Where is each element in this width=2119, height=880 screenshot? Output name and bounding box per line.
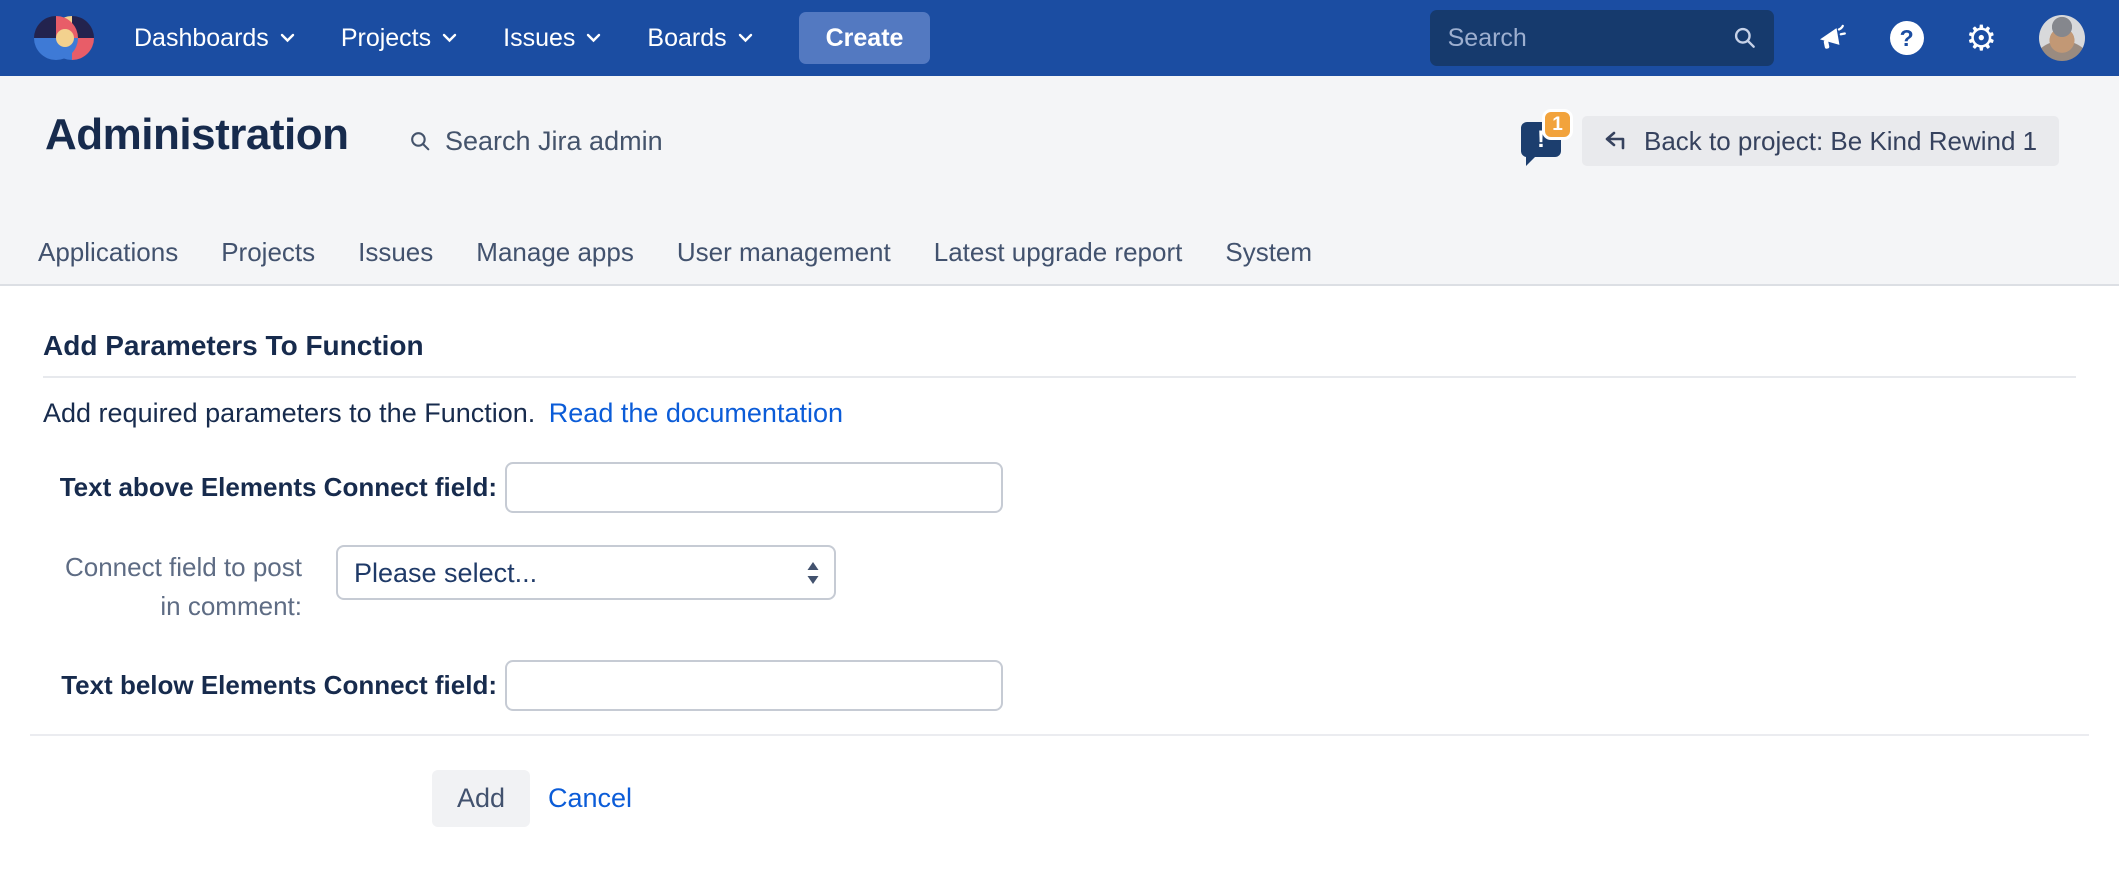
back-to-project-label: Back to project: Be Kind Rewind 1: [1644, 126, 2037, 157]
add-button[interactable]: Add: [432, 770, 530, 827]
search-icon[interactable]: [1732, 25, 1758, 51]
tab-manage-apps[interactable]: Manage apps: [476, 237, 634, 268]
help-glyph: ?: [1900, 25, 1914, 52]
label-connect-field: Connect field to post in comment:: [48, 548, 302, 626]
back-arrow-icon: [1604, 131, 1630, 151]
navbar-menu: Dashboards Projects Issues Boards: [134, 24, 753, 53]
menu-projects-label: Projects: [341, 24, 431, 53]
menu-projects[interactable]: Projects: [341, 24, 457, 53]
navbar-search: [1430, 10, 1774, 66]
back-to-project-button[interactable]: Back to project: Be Kind Rewind 1: [1582, 116, 2059, 166]
megaphone-icon[interactable]: [1816, 22, 1848, 54]
admin-tabs: Applications Projects Issues Manage apps…: [38, 237, 1312, 268]
section-description: Add required parameters to the Function.…: [43, 398, 843, 429]
chevron-down-icon: [738, 33, 753, 43]
admin-search[interactable]: Search Jira admin: [408, 126, 663, 157]
site-logo-icon[interactable]: [34, 13, 94, 63]
tab-system[interactable]: System: [1225, 237, 1312, 268]
menu-dashboards-label: Dashboards: [134, 24, 269, 53]
label-text-above-field: Text above Elements Connect field:: [0, 462, 497, 513]
navbar-icons: ? ⚙: [1816, 15, 2085, 61]
menu-dashboards[interactable]: Dashboards: [134, 24, 295, 53]
tab-issues[interactable]: Issues: [358, 237, 433, 268]
heading-divider: [43, 376, 2076, 378]
form-divider: [30, 734, 2089, 736]
menu-boards-label: Boards: [647, 24, 726, 53]
chevron-down-icon: [280, 33, 295, 43]
notification-button[interactable]: ! 1: [1521, 112, 1579, 176]
search-input[interactable]: [1448, 24, 1732, 53]
top-navbar: Dashboards Projects Issues Boards Create…: [0, 0, 2119, 76]
text-below-input[interactable]: [505, 660, 1003, 711]
tab-latest-upgrade-report[interactable]: Latest upgrade report: [934, 237, 1183, 268]
logo-circle-left: [34, 16, 78, 60]
notification-badge: 1: [1542, 109, 1573, 140]
create-button[interactable]: Create: [799, 12, 931, 64]
chevron-down-icon: [442, 33, 457, 43]
section-heading: Add Parameters To Function: [43, 330, 424, 362]
gear-icon[interactable]: ⚙: [1966, 21, 1997, 56]
admin-header: Administration Search Jira admin ! 1 Bac…: [0, 76, 2119, 286]
admin-search-label: Search Jira admin: [445, 126, 663, 157]
read-documentation-link[interactable]: Read the documentation: [549, 398, 843, 428]
tab-user-management[interactable]: User management: [677, 237, 891, 268]
tab-applications[interactable]: Applications: [38, 237, 178, 268]
cancel-link[interactable]: Cancel: [548, 770, 632, 827]
description-text: Add required parameters to the Function.: [43, 398, 535, 428]
help-icon[interactable]: ?: [1890, 21, 1924, 55]
main-content: Add Parameters To Function Add required …: [0, 286, 2119, 878]
menu-issues-label: Issues: [503, 24, 575, 53]
chevron-down-icon: [586, 33, 601, 43]
connect-field-select-wrap: Please select...: [336, 545, 836, 600]
connect-field-select[interactable]: Please select...: [336, 545, 836, 600]
search-icon: [408, 129, 433, 154]
tab-projects[interactable]: Projects: [221, 237, 315, 268]
avatar[interactable]: [2039, 15, 2085, 61]
text-above-input[interactable]: [505, 462, 1003, 513]
label-text-below-field: Text below Elements Connect field:: [0, 660, 497, 711]
menu-issues[interactable]: Issues: [503, 24, 601, 53]
gear-glyph: ⚙: [1966, 21, 1997, 56]
menu-boards[interactable]: Boards: [647, 24, 752, 53]
page-title: Administration: [45, 110, 348, 160]
